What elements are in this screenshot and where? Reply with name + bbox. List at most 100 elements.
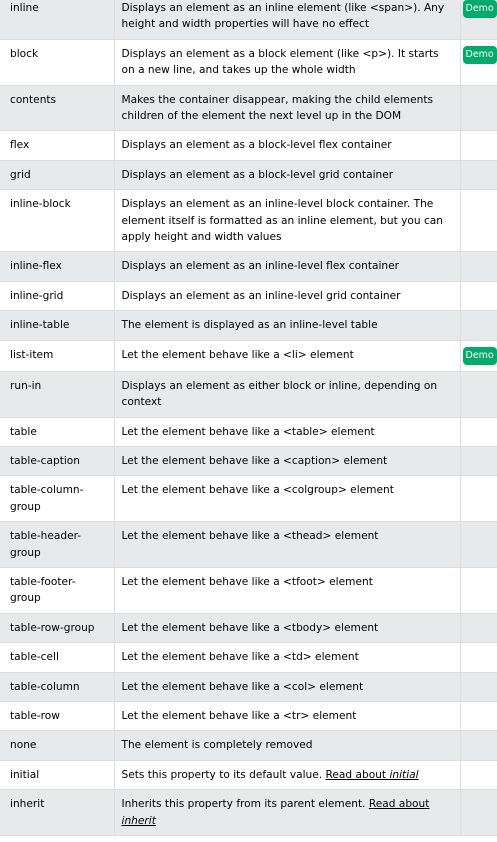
demo-cell: Demo	[460, 39, 497, 86]
description-text: Let the element behave like a <caption> …	[121, 454, 388, 467]
demo-cell	[460, 310, 497, 341]
property-description: Sets this property to its default value.…	[114, 760, 461, 791]
read-about-prefix: Read about	[325, 768, 390, 781]
property-value: initial	[0, 760, 115, 791]
table-row: grid Displays an element as a block-level…	[0, 160, 497, 191]
table-row: table-column-group Let the element behave…	[0, 475, 497, 523]
demo-cell	[460, 567, 497, 614]
property-value: table-cell	[0, 642, 115, 673]
description-text: Displays an element as either block or i…	[121, 379, 438, 409]
description-text: Let the element behave like a <td> eleme…	[121, 651, 359, 664]
property-description: Makes the container disappear, making th…	[114, 85, 461, 132]
property-description: Let the element behave like a <colgroup>…	[114, 475, 461, 523]
table-row: inline-block Displays an element as an in…	[0, 189, 497, 253]
property-description: Displays an element as an inline-level g…	[114, 281, 461, 312]
description-text: Displays an element as a block element (…	[121, 47, 439, 77]
property-description: Displays an element as either block or i…	[114, 371, 461, 418]
demo-cell	[460, 85, 497, 132]
demo-cell	[460, 521, 497, 568]
description-text: Let the element behave like a <li> eleme…	[121, 348, 354, 361]
demo-cell	[460, 189, 497, 253]
demo-cell	[460, 160, 497, 191]
description-text: Let the element behave like a <tfoot> el…	[121, 575, 373, 588]
demo-cell: Demo	[460, 0, 497, 40]
table-row: table-cell Let the element behave like a …	[0, 642, 497, 673]
description-text: Sets this property to its default value.	[121, 768, 323, 781]
property-value: block	[0, 39, 115, 86]
property-description: The element is completely removed	[114, 730, 461, 761]
table-row: inherit Inherits this property from its p…	[0, 789, 497, 836]
display-values-table: inline Displays an element as an inline e…	[0, 0, 497, 836]
description-text: Let the element behave like a <col> elem…	[121, 680, 364, 693]
description-text: Displays an element as an inline element…	[121, 2, 445, 31]
property-description: Let the element behave like a <td> eleme…	[114, 642, 461, 673]
demo-cell	[460, 475, 497, 523]
table-row: inline-flex Displays an element as an inl…	[0, 251, 497, 282]
property-description: Displays an element as a block element (…	[114, 39, 461, 86]
table-row: inline-grid Displays an element as an inl…	[0, 281, 497, 312]
property-value: table	[0, 417, 115, 447]
property-description: Let the element behave like a <tbody> el…	[114, 613, 461, 644]
property-value: inline-grid	[0, 281, 115, 312]
demo-cell	[460, 251, 497, 282]
table-row: inline Displays an element as an inline e…	[0, 0, 497, 40]
property-description: Displays an element as a block-level gri…	[114, 160, 461, 191]
display-values-table-wrapper: inline Displays an element as an inline e…	[0, 0, 497, 836]
demo-cell	[460, 130, 497, 161]
table-row: table-footer-group Let the element behave…	[0, 567, 497, 614]
demo-cell	[460, 789, 497, 836]
demo-button[interactable]: Demo	[462, 0, 497, 18]
demo-button[interactable]: Demo	[462, 45, 497, 64]
property-value: table-header-group	[0, 521, 115, 568]
property-description: Displays an element as an inline-level f…	[114, 251, 461, 282]
property-value: inline-block	[0, 189, 115, 253]
property-description: Displays an element as an inline element…	[114, 0, 461, 40]
demo-cell	[460, 417, 497, 447]
property-description: The element is displayed as an inline-le…	[114, 310, 461, 341]
property-value: table-row-group	[0, 613, 115, 644]
property-value: table-column	[0, 672, 115, 702]
property-description: Let the element behave like a <col> elem…	[114, 672, 461, 702]
property-value: inline-table	[0, 310, 115, 341]
property-description: Let the element behave like a <tfoot> el…	[114, 567, 461, 614]
property-value: inherit	[0, 789, 115, 836]
property-value: table-row	[0, 701, 115, 732]
table-row: run-in Displays an element as either bloc…	[0, 371, 497, 418]
description-text: Let the element behave like a <table> el…	[121, 425, 375, 438]
read-about-keyword: inherit	[121, 814, 156, 827]
table-row: table Let the element behave like a <tabl…	[0, 417, 497, 447]
property-description: Inherits this property from its parent e…	[114, 789, 461, 836]
property-value: grid	[0, 160, 115, 191]
property-value: table-column-group	[0, 475, 115, 523]
description-text: Let the element behave like a <tr> eleme…	[121, 709, 357, 722]
property-description: Let the element behave like a <caption> …	[114, 446, 461, 477]
property-description: Let the element behave like a <tr> eleme…	[114, 701, 461, 732]
read-about-keyword: initial	[389, 768, 419, 781]
property-value: none	[0, 730, 115, 761]
table-row: table-header-group Let the element behave…	[0, 521, 497, 568]
description-text: Displays an element as an inline-level g…	[121, 289, 401, 302]
demo-cell	[460, 371, 497, 418]
table-row: table-caption Let the element behave like…	[0, 446, 497, 477]
property-value: inline-flex	[0, 251, 115, 282]
demo-cell	[460, 613, 497, 644]
property-description: Displays an element as a block-level fle…	[114, 130, 461, 161]
demo-cell	[460, 672, 497, 702]
property-description: Let the element behave like a <table> el…	[114, 417, 461, 447]
description-text: Makes the container disappear, making th…	[121, 93, 434, 123]
description-text: Displays an element as a block-level gri…	[121, 168, 394, 181]
property-description: Let the element behave like a <li> eleme…	[114, 340, 461, 372]
demo-cell	[460, 642, 497, 673]
demo-button[interactable]: Demo	[462, 346, 497, 365]
table-row: flex Displays an element as a block-level…	[0, 130, 497, 161]
demo-cell	[460, 281, 497, 312]
table-row: none The element is completely removed	[0, 730, 497, 761]
property-value: flex	[0, 130, 115, 161]
description-text: Displays an element as a block-level fle…	[121, 139, 392, 152]
description-text: Let the element behave like a <colgroup>…	[121, 484, 394, 497]
read-about-link[interactable]: Read about initial	[326, 769, 419, 781]
table-row: table-column Let the element behave like …	[0, 672, 497, 702]
description-text: Let the element behave like a <tbody> el…	[121, 621, 379, 634]
demo-cell	[460, 730, 497, 761]
property-value: table-footer-group	[0, 567, 115, 614]
